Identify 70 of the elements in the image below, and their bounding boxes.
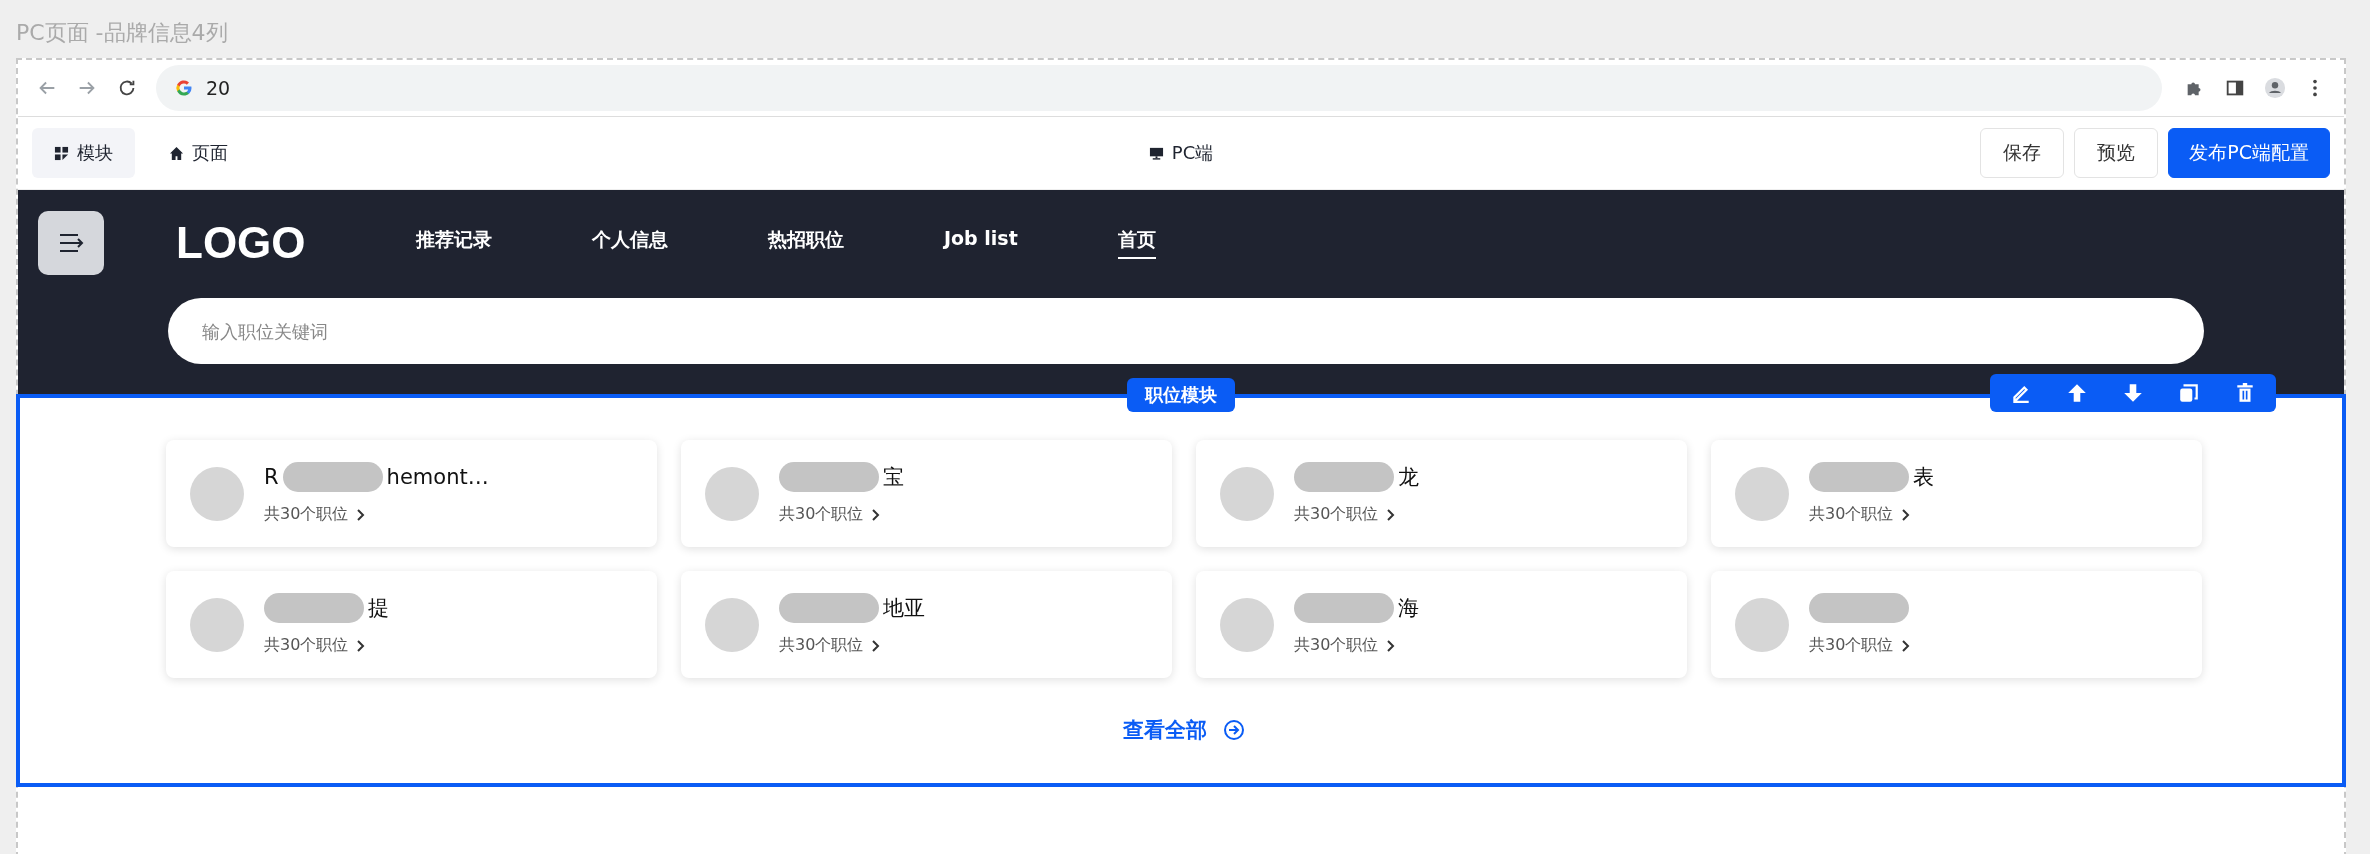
job-count: 共30个职位 xyxy=(264,504,349,525)
logo-placeholder xyxy=(1220,597,1274,652)
page-title: PC页面 -品牌信息4列 xyxy=(15,19,229,47)
brand-name: 地亚 xyxy=(883,595,925,622)
brand-card[interactable]: 表 共30个职位 xyxy=(1711,440,2202,547)
copy-icon[interactable] xyxy=(2178,382,2200,404)
job-count: 共30个职位 xyxy=(1294,504,1379,525)
search-field[interactable]: 输入职位关键词 xyxy=(168,298,2204,364)
chevron-right-icon xyxy=(1386,507,1397,522)
chevron-right-icon xyxy=(356,638,367,653)
brand-card[interactable]: R hemont… 共30个职位 xyxy=(166,440,657,547)
logo-placeholder xyxy=(705,597,759,652)
brand-card[interactable]: 地亚 共30个职位 xyxy=(681,571,1172,678)
logo-placeholder xyxy=(1735,597,1789,652)
avatar-icon[interactable] xyxy=(2264,77,2286,99)
toolbar-button[interactable]: 保存 xyxy=(1980,128,2065,178)
brand-name: R xyxy=(264,465,279,489)
brand-name: 龙 xyxy=(1398,464,1419,491)
logo-placeholder xyxy=(190,466,244,521)
brand-name: 提 xyxy=(368,595,389,622)
brand-card[interactable]: 龙 共30个职位 xyxy=(1196,440,1687,547)
address-bar[interactable]: 20 xyxy=(156,65,2162,111)
job-count: 共30个职位 xyxy=(1294,635,1379,656)
brand-card[interactable]: 海 共30个职位 xyxy=(1196,571,1687,678)
brand-card[interactable]: 提 共30个职位 xyxy=(166,571,657,678)
logo: LOGO xyxy=(176,218,307,268)
trash-icon[interactable] xyxy=(2234,382,2256,404)
grid-icon xyxy=(54,145,69,161)
device-label: PC端 xyxy=(1171,141,1214,165)
logo-placeholder xyxy=(1220,466,1274,521)
editor-tab[interactable]: 页面 xyxy=(147,128,250,178)
nav-link[interactable]: 首页 xyxy=(1117,227,1156,259)
monitor-icon xyxy=(1148,145,1164,161)
logo-placeholder xyxy=(705,466,759,521)
job-count: 共30个职位 xyxy=(779,504,864,525)
arrow-circle-icon xyxy=(1223,719,1245,741)
chevron-right-icon xyxy=(871,638,882,653)
module-label: 职位模块 xyxy=(1127,378,1235,412)
brand-name: 海 xyxy=(1398,595,1419,622)
nav-link[interactable]: 推荐记录 xyxy=(416,227,492,259)
job-count: 共30个职位 xyxy=(779,635,864,656)
chevron-right-icon xyxy=(1901,638,1912,653)
menu-icon xyxy=(58,232,84,254)
chevron-right-icon xyxy=(1901,507,1912,522)
toolbar-button[interactable]: 预览 xyxy=(2074,128,2159,178)
nav-link[interactable]: 个人信息 xyxy=(592,227,668,259)
toolbar-button[interactable]: 发布PC端配置 xyxy=(2168,128,2330,178)
chevron-right-icon xyxy=(356,507,367,522)
editor-tab[interactable]: 模块 xyxy=(32,128,135,178)
chevron-right-icon xyxy=(871,507,882,522)
brand-name: 表 xyxy=(1913,464,1934,491)
view-all-link[interactable]: 查看全部 xyxy=(1123,716,1245,744)
menu-button[interactable] xyxy=(38,211,104,275)
nav-link[interactable]: 热招职位 xyxy=(768,227,844,259)
nav-link[interactable]: Job list xyxy=(944,227,1018,259)
chevron-right-icon xyxy=(1386,638,1397,653)
brand-name: hemont… xyxy=(386,465,489,489)
home-icon xyxy=(169,145,184,161)
logo-placeholder xyxy=(190,597,244,652)
google-g-icon xyxy=(174,78,194,98)
brand-card[interactable]: 共30个职位 xyxy=(1711,571,2202,678)
logo-placeholder xyxy=(1735,466,1789,521)
job-count: 共30个职位 xyxy=(1809,504,1894,525)
arrow-up-icon[interactable] xyxy=(2066,382,2088,404)
job-count: 共30个职位 xyxy=(264,635,349,656)
brand-name: 宝 xyxy=(883,464,904,491)
job-count: 共30个职位 xyxy=(1809,635,1894,656)
address-text: 20 xyxy=(206,77,231,99)
brand-card[interactable]: 宝 共30个职位 xyxy=(681,440,1172,547)
arrow-down-icon[interactable] xyxy=(2122,382,2144,404)
